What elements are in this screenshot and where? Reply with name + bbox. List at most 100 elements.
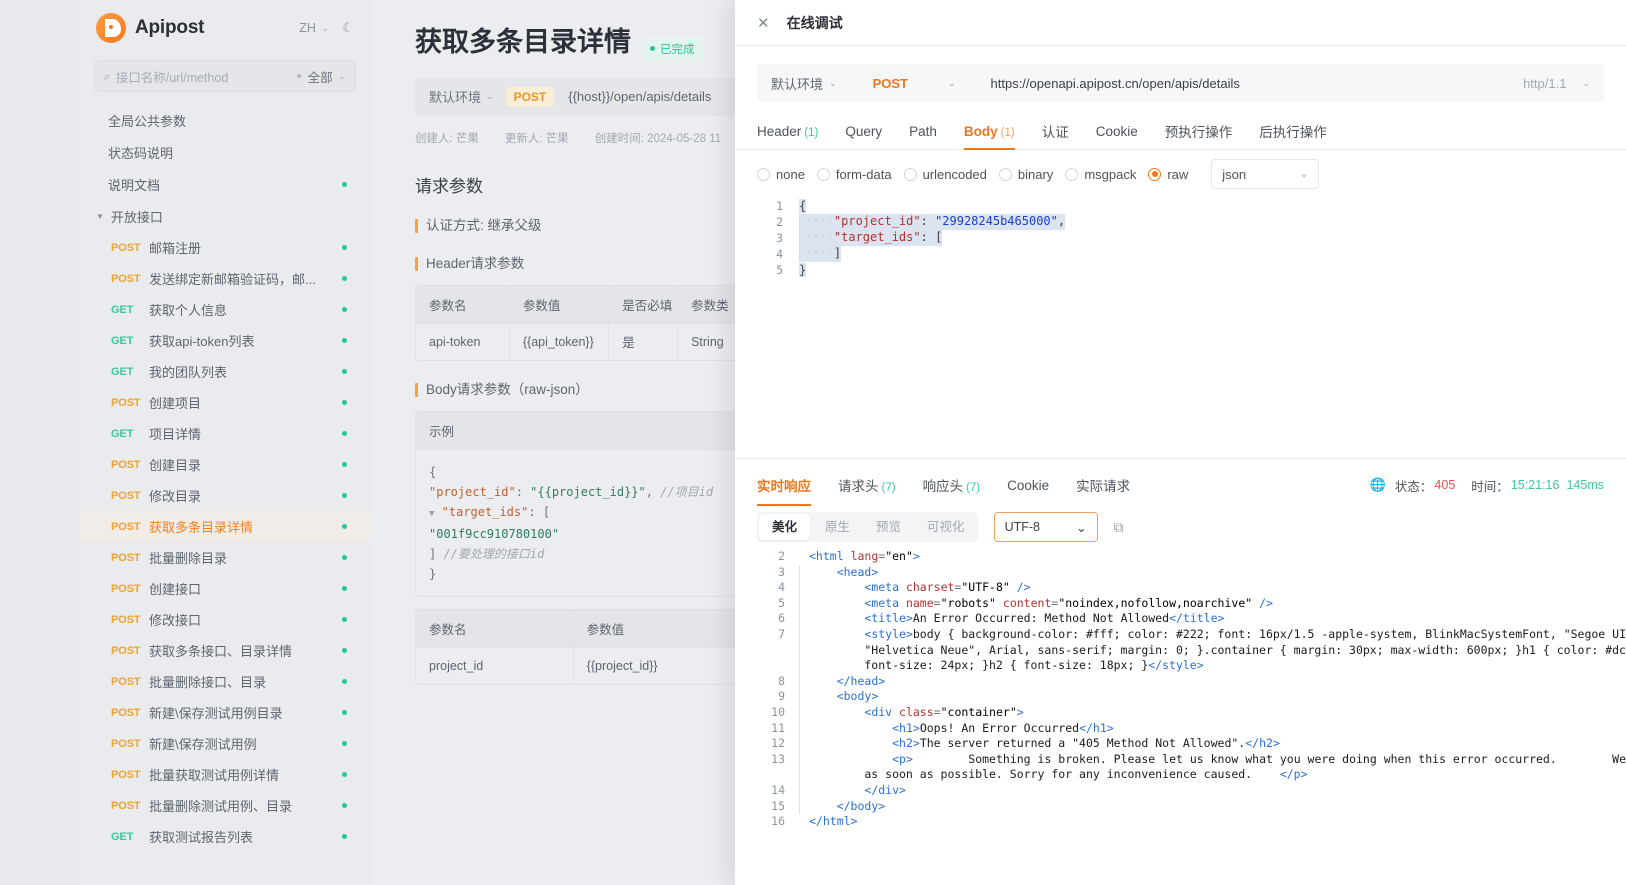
sidebar-nav-item[interactable]: 状态码说明 [80, 136, 370, 168]
body-type-radio-form-data[interactable]: form-data [816, 167, 892, 182]
format-tab-美化[interactable]: 美化 [759, 514, 811, 540]
response-tab-实时响应[interactable]: 实时响应 [757, 475, 811, 506]
col-param-name: 参数名 [429, 298, 467, 313]
request-tab-Header[interactable]: Header (1) [757, 124, 818, 139]
sidebar-api-item[interactable]: GET 我的团队列表 [80, 356, 370, 387]
sidebar-api-item[interactable]: POST 邮箱注册 [80, 232, 370, 263]
editor-line: 5} [757, 262, 1604, 278]
body-type-radio-raw[interactable]: raw [1148, 167, 1188, 182]
sidebar-api-item[interactable]: POST 获取多条目录详情 [80, 511, 370, 542]
sidebar-api-item[interactable]: POST 修改接口 [80, 604, 370, 635]
line-number: 15 [771, 798, 785, 813]
request-tab-Body[interactable]: Body (1) [963, 124, 1015, 150]
body-type-radio-binary[interactable]: binary [998, 167, 1053, 182]
response-body-code[interactable]: 2 <html lang="en"> 3 <head> 4 <meta charset… [757, 549, 1626, 869]
doc-env-label[interactable]: 默认环境 [429, 87, 481, 106]
sidebar-api-item[interactable]: POST 创建接口 [80, 573, 370, 604]
body-type-radio-msgpack[interactable]: msgpack [1065, 167, 1136, 182]
cell-param-name: project_id [429, 658, 484, 673]
format-tab-可视化[interactable]: 可视化 [914, 512, 978, 542]
sidebar-api-item[interactable]: POST 获取多条接口、目录详情 [80, 635, 370, 666]
panel-title: 在线调试 [786, 14, 843, 31]
line-code: "Helvetica Neue", Arial, sans-serif; mar… [799, 642, 1626, 659]
response-tab-Cookie[interactable]: Cookie [1007, 478, 1049, 493]
body-type-radio-urlencoded[interactable]: urlencoded [903, 167, 987, 182]
sidebar-api-item[interactable]: GET 获取测试报告列表 [80, 821, 370, 852]
response-tab-实际请求[interactable]: 实际请求 [1076, 475, 1130, 495]
fold-triangle-icon[interactable]: ▼ [429, 509, 434, 519]
request-method-label[interactable]: POST [873, 76, 908, 91]
sidebar-api-item[interactable]: POST 发送绑定新邮箱验证码，邮... [80, 263, 370, 294]
line-code: ····] [799, 246, 842, 262]
chevron-down-icon[interactable]: ⌄ [829, 78, 837, 89]
response-tab-响应头[interactable]: 响应头 (7) [923, 475, 981, 495]
search-input[interactable]: ⌕ 接口名称/url/method 全部 ⌄ [94, 60, 356, 92]
encoding-select[interactable]: UTF-8 ⌄ [993, 512, 1098, 542]
api-method-label: GET [111, 427, 134, 440]
line-code: <html lang="en"> [809, 549, 920, 563]
sidebar-api-item[interactable]: GET 项目详情 [80, 418, 370, 449]
chevron-down-icon[interactable]: ⌄ [948, 78, 956, 89]
request-body-editor[interactable]: 1{2 ····"project_id": "29928245b465000", 3… [757, 198, 1604, 448]
sidebar-nav-item[interactable]: 全局公共参数 [80, 104, 370, 136]
line-number: 4 [778, 580, 785, 595]
response-tab-请求头[interactable]: 请求头 (7) [838, 475, 896, 495]
request-tab-后执行操作[interactable]: 后执行操作 [1259, 121, 1327, 141]
sidebar-api-item[interactable]: POST 修改目录 [80, 480, 370, 511]
language-label[interactable]: ZH [299, 21, 316, 35]
request-protocol-label[interactable]: http/1.1 [1523, 76, 1566, 91]
close-icon[interactable]: ✕ [757, 14, 770, 32]
sidebar-api-item[interactable]: POST 批量删除接口、目录 [80, 666, 370, 697]
chevron-down-icon[interactable]: ⌄ [338, 71, 346, 82]
tab-count: (1) [804, 126, 819, 139]
sidebar-api-item[interactable]: GET 获取个人信息 [80, 294, 370, 325]
line-code: </head> [799, 673, 885, 690]
request-tab-Query[interactable]: Query [845, 124, 882, 139]
sidebar-api-item[interactable]: POST 新建\保存测试用例目录 [80, 697, 370, 728]
copy-icon[interactable]: ⧉ [1114, 519, 1124, 536]
api-name-label: 批量删除目录 [149, 551, 228, 566]
status-dot-icon [342, 772, 347, 777]
sidebar-api-item[interactable]: POST 创建项目 [80, 387, 370, 418]
time-value: 15:21:16 [1510, 478, 1560, 492]
filter-label[interactable]: 全部 [308, 67, 333, 86]
chevron-down-icon[interactable]: ⌄ [486, 91, 494, 102]
request-tab-预执行操作[interactable]: 预执行操作 [1165, 121, 1233, 141]
sidebar-api-item[interactable]: POST 创建目录 [80, 449, 370, 480]
sidebar-api-item[interactable]: POST 批量删除目录 [80, 542, 370, 573]
line-code: </html> [809, 814, 858, 829]
line-code: as soon as possible. Sorry for any incon… [799, 767, 1308, 783]
line-number: 10 [771, 704, 785, 719]
request-env-label[interactable]: 默认环境 [771, 74, 823, 93]
tab-label: 实际请求 [1076, 479, 1131, 494]
request-tab-Path[interactable]: Path [909, 124, 937, 139]
line-code: ····"project_id": "29928245b465000", [799, 214, 1066, 230]
sidebar-api-item[interactable]: POST 批量删除测试用例、目录 [80, 790, 370, 821]
dark-mode-icon[interactable]: ☾ [342, 20, 354, 36]
left-rail [0, 0, 80, 885]
sidebar-api-item[interactable]: POST 新建\保存测试用例 [80, 728, 370, 759]
chevron-down-icon[interactable]: ⌄ [1582, 78, 1590, 89]
body-type-radio-none[interactable]: none [757, 167, 805, 182]
tab-label: Cookie [1095, 123, 1138, 139]
request-url-input[interactable]: https://openapi.apipost.cn/open/apis/det… [991, 76, 1524, 91]
raw-format-select[interactable]: json ⌄ [1211, 159, 1320, 189]
chevron-down-icon[interactable]: ⌄ [321, 23, 329, 34]
radio-circle-icon [1148, 167, 1162, 181]
request-tab-认证[interactable]: 认证 [1042, 121, 1069, 141]
sidebar-api-item[interactable]: GET 获取api-token列表 [80, 325, 370, 356]
status-dot-icon [342, 462, 347, 467]
divider [735, 458, 1626, 459]
tab-label: 实时响应 [757, 479, 811, 494]
sidebar-group-open-api[interactable]: ▼ 开放接口 [80, 200, 370, 232]
line-number: 5 [778, 595, 785, 610]
format-tab-预览[interactable]: 预览 [863, 512, 914, 542]
body-params-table: 参数名 参数值 project_id {{project_id}} [415, 608, 735, 685]
response-line: font-size: 24px; }h2 { font-size: 18px; … [757, 658, 1626, 674]
request-tab-Cookie[interactable]: Cookie [1096, 124, 1138, 139]
duration-value: 145ms [1566, 478, 1604, 492]
api-method-label: POST [111, 768, 141, 781]
sidebar-nav-item[interactable]: 说明文档 [80, 168, 370, 200]
sidebar-api-item[interactable]: POST 批量获取测试用例详情 [80, 759, 370, 790]
format-tab-原生[interactable]: 原生 [812, 512, 863, 542]
